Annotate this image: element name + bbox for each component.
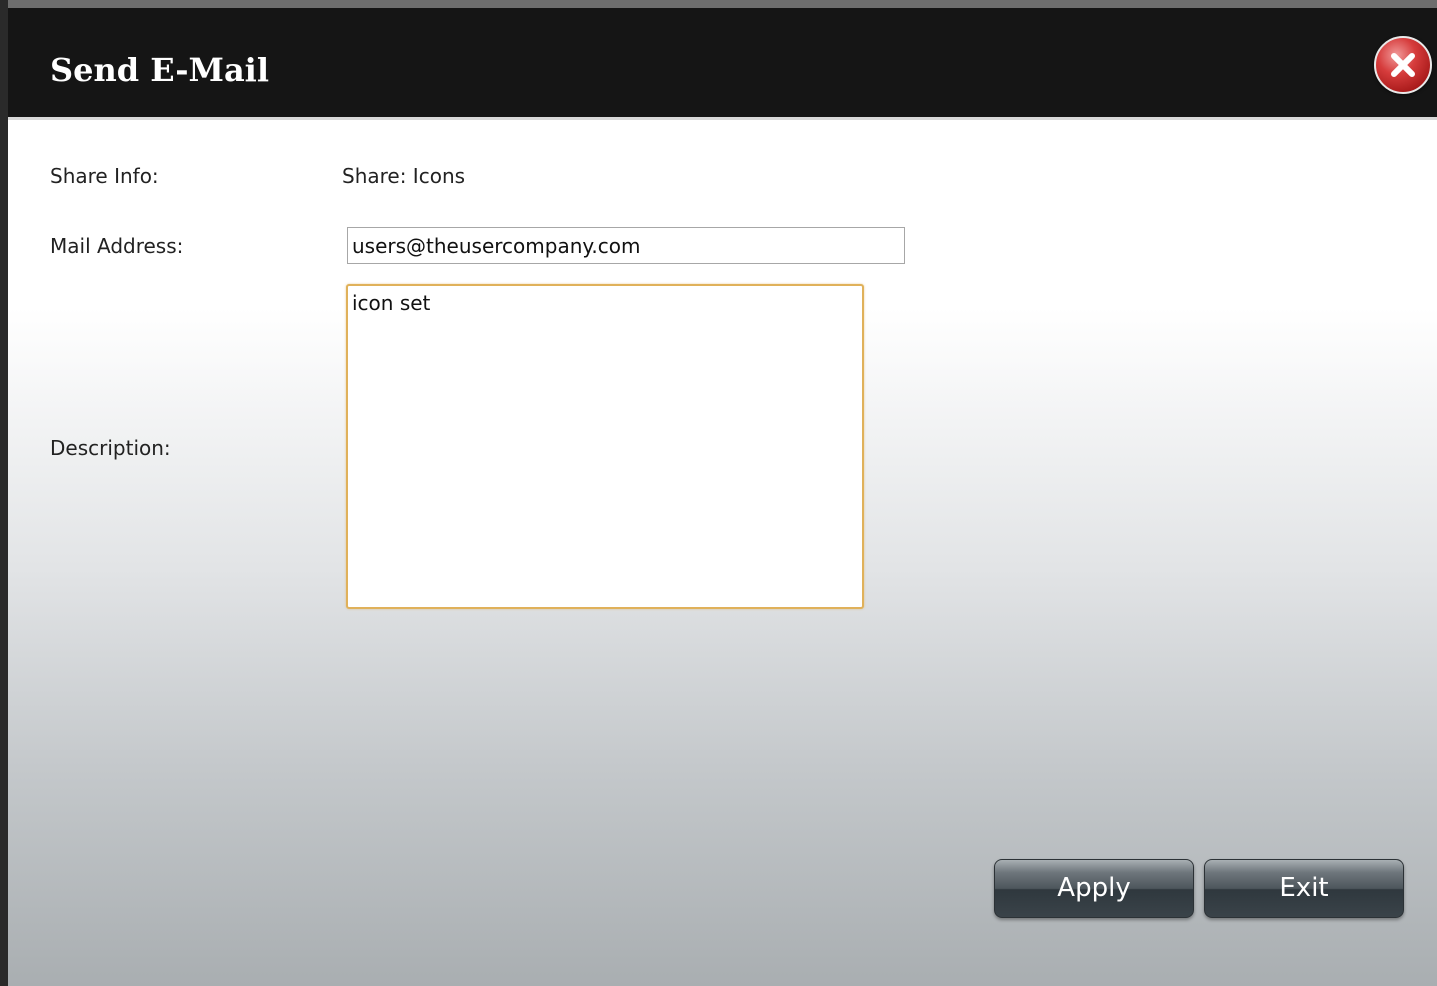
share-info-label: Share Info: [50, 164, 159, 188]
send-email-dialog: Send E-Mail Share Info: Share: Icons Mai… [8, 8, 1437, 986]
share-info-value: Share: Icons [342, 164, 466, 188]
mail-address-label: Mail Address: [50, 234, 184, 258]
dialog-titlebar: Send E-Mail [8, 8, 1437, 120]
description-textarea[interactable]: icon set [346, 284, 864, 609]
close-button[interactable] [1374, 36, 1432, 94]
close-icon [1391, 53, 1415, 77]
mail-address-input[interactable] [347, 227, 905, 264]
apply-button[interactable]: Apply [994, 859, 1194, 918]
dialog-title: Send E-Mail [50, 51, 269, 89]
description-label: Description: [50, 436, 171, 460]
background-edge [0, 0, 8, 986]
exit-button[interactable]: Exit [1204, 859, 1404, 918]
